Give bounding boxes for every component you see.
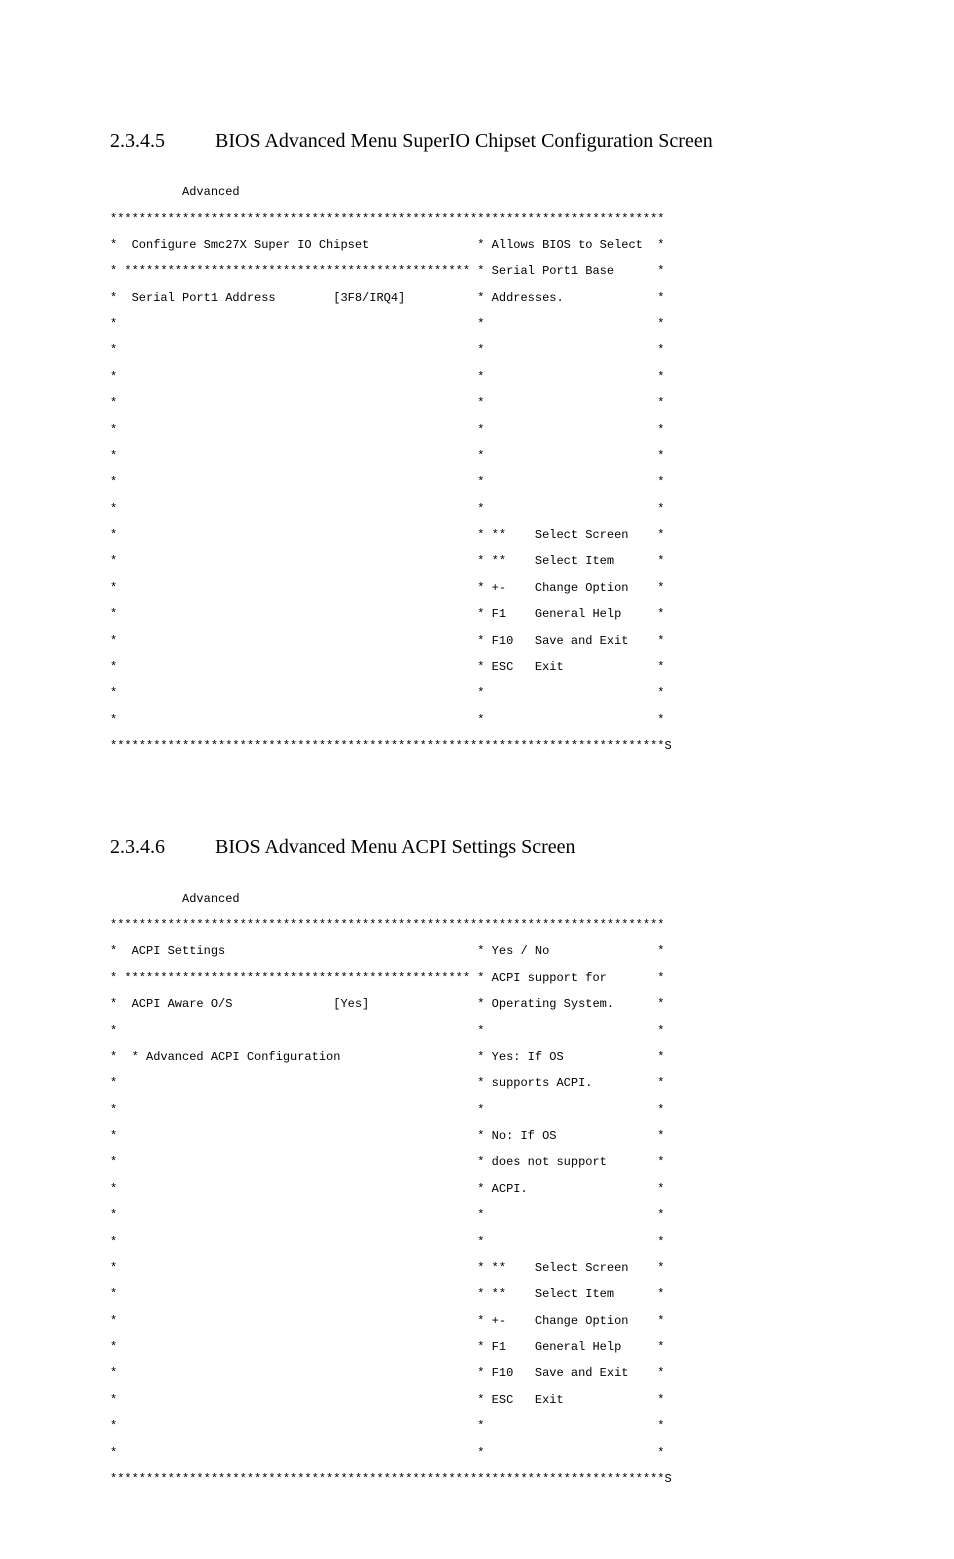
nav-line: * * ** Select Item *	[110, 555, 844, 568]
section-heading-1: 2.3.4.5 BIOS Advanced Menu SuperIO Chips…	[110, 130, 844, 153]
divider-line-1: * **************************************…	[110, 265, 844, 278]
bios-line: * * *	[110, 1236, 844, 1249]
blank-line: * * *	[110, 424, 844, 437]
tab-label-2: Advanced	[110, 893, 844, 906]
nav-line: * * F10 Save and Exit *	[110, 635, 844, 648]
nav-line: * * ESC Exit *	[110, 661, 844, 674]
blank-line: * * *	[110, 714, 844, 727]
section-heading-2: 2.3.4.6 BIOS Advanced Menu ACPI Settings…	[110, 836, 844, 859]
bios-line: * ACPI Aware O/S [Yes] * Operating Syste…	[110, 998, 844, 1011]
bios-line: * * F1 General Help *	[110, 1341, 844, 1354]
border-top-1: ****************************************…	[110, 213, 844, 226]
blank-line: * * *	[110, 397, 844, 410]
section-title-2: BIOS Advanced Menu ACPI Settings Screen	[215, 836, 576, 858]
bios-line: * ACPI Settings * Yes / No *	[110, 945, 844, 958]
bios-line: * * *	[110, 1025, 844, 1038]
bios-line: * * *	[110, 1447, 844, 1460]
bios-line: * * *	[110, 1420, 844, 1433]
blank-line: * * *	[110, 687, 844, 700]
bios-line: * * does not support *	[110, 1156, 844, 1169]
bios-line: * * +- Change Option *	[110, 1315, 844, 1328]
bios-line: * * ACPI. *	[110, 1183, 844, 1196]
blank-line: * * *	[110, 318, 844, 331]
bios-line: * * No: If OS *	[110, 1130, 844, 1143]
nav-line: * * ** Select Screen *	[110, 529, 844, 542]
blank-line: * * *	[110, 344, 844, 357]
nav-line: * * F1 General Help *	[110, 608, 844, 621]
border-top-2: ****************************************…	[110, 919, 844, 932]
bios-line: * * supports ACPI. *	[110, 1077, 844, 1090]
bios-line: * * ** Select Screen *	[110, 1262, 844, 1275]
bios-screen-1: Advanced *******************************…	[110, 173, 844, 766]
section-number-1: 2.3.4.5	[110, 130, 210, 153]
bios-line: * * Advanced ACPI Configuration * Yes: I…	[110, 1051, 844, 1064]
section-title-1: BIOS Advanced Menu SuperIO Chipset Confi…	[215, 130, 713, 152]
bios-line: * * *	[110, 1104, 844, 1117]
bios-screen-2: Advanced *******************************…	[110, 879, 844, 1499]
border-bottom-1: ****************************************…	[110, 740, 844, 753]
blank-line: * * *	[110, 476, 844, 489]
blank-line: * * *	[110, 450, 844, 463]
nav-line: * * +- Change Option *	[110, 582, 844, 595]
bios-line: * * ** Select Item *	[110, 1288, 844, 1301]
header-line-1: * Configure Smc27X Super IO Chipset * Al…	[110, 239, 844, 252]
blank-line: * * *	[110, 503, 844, 516]
blank-line: * * *	[110, 371, 844, 384]
option-line-1: * Serial Port1 Address [3F8/IRQ4] * Addr…	[110, 292, 844, 305]
bios-line: * * F10 Save and Exit *	[110, 1367, 844, 1380]
bios-line: * * ESC Exit *	[110, 1394, 844, 1407]
bios-line: * **************************************…	[110, 972, 844, 985]
tab-label-1: Advanced	[110, 186, 844, 199]
border-bottom-2: ****************************************…	[110, 1473, 844, 1486]
section-number-2: 2.3.4.6	[110, 836, 210, 859]
bios-line: * * *	[110, 1209, 844, 1222]
